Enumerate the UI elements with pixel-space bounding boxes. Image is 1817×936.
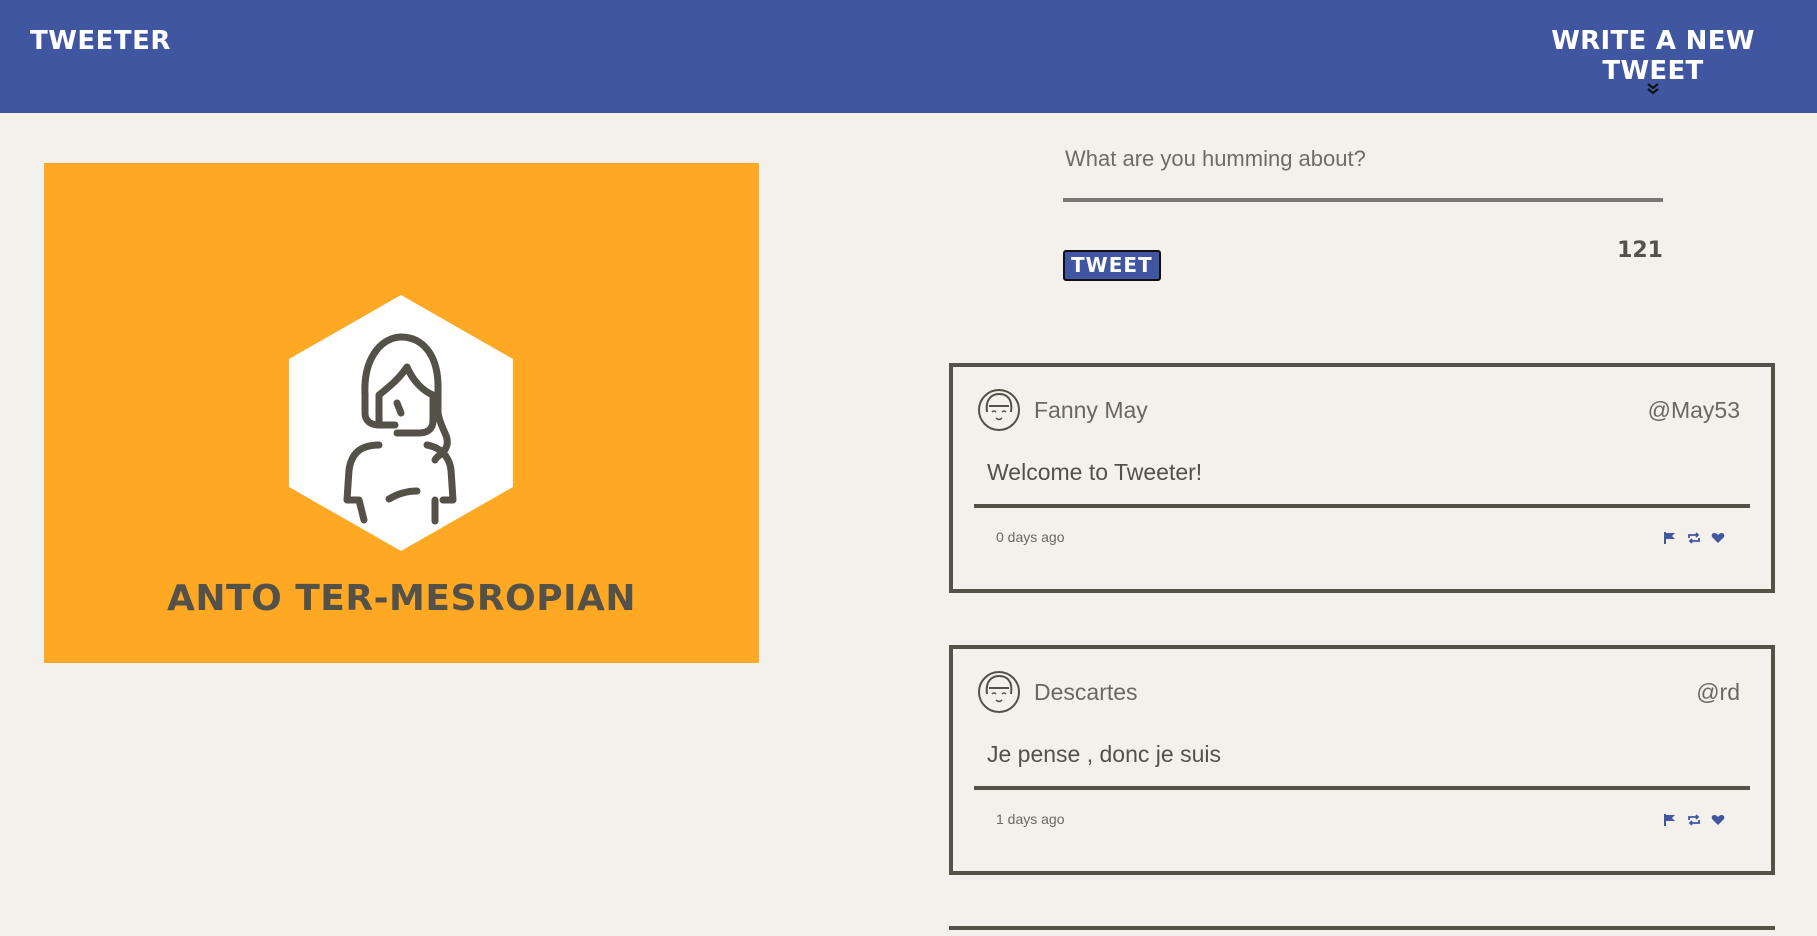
tweet-actions [1663,531,1725,545]
tweet-divider [974,786,1750,790]
write-new-tweet-button[interactable]: WRITE A NEW TWEET [1513,26,1793,96]
tweet-input[interactable] [1063,140,1663,202]
tweet-card: Fanny May @May53 Welcome to Tweeter! 0 d… [949,363,1775,593]
tweet-author-name: Fanny May [1034,397,1148,423]
tweet-timestamp: 0 days ago [996,529,1065,545]
brand-logo[interactable]: TWEETER [30,26,171,56]
character-counter: 121 [1617,238,1663,263]
tweet-author-name: Descartes [1034,679,1138,705]
tweet-card: Descartes @rd Je pense , donc je suis 1 … [949,645,1775,875]
profile-name: ANTO TER-MESROPIAN [167,578,636,619]
tweet-divider [974,504,1750,508]
heart-icon[interactable] [1711,531,1725,545]
tweet-timestamp: 1 days ago [996,811,1065,827]
user-avatar-icon [978,671,1020,713]
top-nav: TWEETER WRITE A NEW TWEET [0,0,1817,113]
user-avatar-icon [978,389,1020,431]
flag-icon[interactable] [1663,813,1677,827]
retweet-icon[interactable] [1687,813,1701,827]
tweet-submit-button[interactable]: TWEET [1063,250,1161,281]
tweet-actions [1663,813,1725,827]
tweet-card-partial [949,926,1775,936]
new-tweet-form: TWEET 121 [1063,140,1663,281]
tweet-content: Je pense , donc je suis [987,741,1221,767]
woman-avatar-icon [289,295,513,551]
heart-icon[interactable] [1711,813,1725,827]
flag-icon[interactable] [1663,531,1677,545]
write-new-tweet-label: WRITE A NEW TWEET [1551,26,1755,86]
profile-card: ANTO TER-MESROPIAN [44,163,759,663]
tweet-author-handle: @rd [1696,679,1740,705]
tweet-author-handle: @May53 [1647,397,1740,423]
tweet-content: Welcome to Tweeter! [987,459,1203,485]
retweet-icon[interactable] [1687,531,1701,545]
